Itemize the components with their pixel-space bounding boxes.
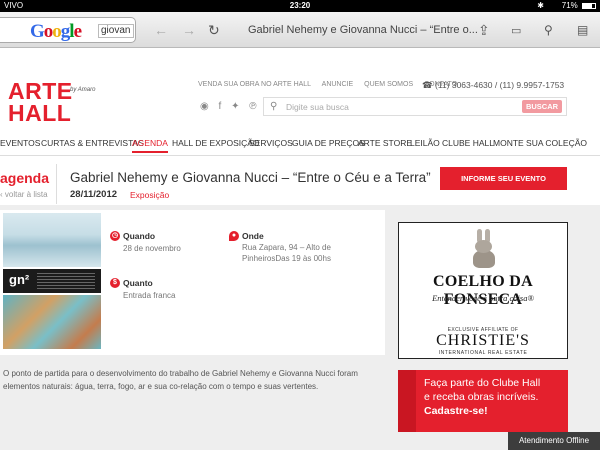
status-bar: VIVO 23:20 ✱ 71% bbox=[0, 0, 600, 12]
back-to-list-link[interactable]: ‹ voltar à lista bbox=[0, 190, 48, 199]
reader-icon[interactable]: ⚲ bbox=[544, 22, 553, 38]
reload-icon[interactable]: ↻ bbox=[208, 22, 220, 38]
banner-line-1: Faça parte do Clube Hall bbox=[424, 377, 541, 389]
event-category-link[interactable]: Exposição bbox=[130, 190, 169, 200]
ad-christies: CHRISTIE'S bbox=[436, 332, 530, 349]
battery-fill bbox=[583, 3, 592, 8]
phone-contact: ☎ (11) 3063-4630 / (11) 9.9957-1753 bbox=[422, 80, 564, 91]
where-value: Rua Zapara, 94 – Alto de PinheirosDas 19… bbox=[242, 243, 331, 263]
nav-curtas[interactable]: CURTAS & ENTREVISTAS bbox=[41, 138, 144, 148]
event-image-2[interactable]: gn² bbox=[3, 269, 101, 293]
banner-line-3: Cadastre-se! bbox=[424, 405, 488, 417]
site-search-input[interactable]: Digite sua busca bbox=[286, 102, 349, 112]
event-date: 28/11/2012 bbox=[70, 189, 118, 200]
banner-accent bbox=[398, 370, 416, 432]
clock-icon: ◷ bbox=[110, 231, 120, 241]
nav-hall-exposicao[interactable]: HALL DE EXPOSIÇÃO bbox=[172, 138, 260, 148]
location-pin-icon: ● bbox=[229, 231, 239, 241]
battery-status: 71% bbox=[562, 1, 596, 10]
event-image-1[interactable] bbox=[3, 213, 101, 267]
price-label: Quanto bbox=[123, 278, 153, 288]
browser-toolbar: Google giovan ← → ↻ Gabriel Nehemy e Gio… bbox=[0, 12, 600, 48]
chat-offline-button[interactable]: Atendimento Offline bbox=[508, 432, 600, 450]
logo-line-2: HALL bbox=[8, 100, 72, 126]
rss-icon[interactable]: ◉ bbox=[200, 101, 209, 112]
page-title: Gabriel Nehemy e Giovanna Nucci – “Entre… bbox=[70, 170, 431, 185]
share-icon[interactable]: ⇪ bbox=[478, 22, 490, 38]
bluetooth-icon: ✱ bbox=[537, 1, 544, 10]
battery-percent: 71% bbox=[561, 1, 578, 10]
twitter-icon[interactable]: ✦ bbox=[231, 101, 239, 112]
when-label: Quando bbox=[123, 231, 156, 241]
price-value: Entrada franca bbox=[123, 291, 176, 300]
nav-guia-precos[interactable]: GUIA DE PREÇOS bbox=[292, 138, 365, 148]
where-label: Onde bbox=[242, 231, 264, 241]
event-description: O ponto de partida para o desenvolviment… bbox=[3, 369, 358, 391]
nav-leilao[interactable]: LEILÃO bbox=[410, 138, 440, 148]
topnav-sell[interactable]: VENDA SUA OBRA NO ARTE HALL bbox=[198, 81, 311, 88]
pinterest-icon[interactable]: ℗ bbox=[249, 101, 256, 112]
browser-page-title: Gabriel Nehemy e Giovanna Nucci – “Entre… bbox=[248, 24, 478, 36]
nav-agenda[interactable]: AGENDA bbox=[132, 138, 168, 153]
logo-line-1: ARTE bbox=[8, 78, 73, 104]
search-icon: ⚲ bbox=[270, 101, 278, 112]
image-caption-lines bbox=[37, 273, 95, 289]
topnav-advertise[interactable]: ANUNCIE bbox=[322, 81, 354, 88]
nav-arte-store[interactable]: ARTE STORE bbox=[358, 138, 412, 148]
ad-brand: COELHO DA FONSECA bbox=[432, 273, 534, 308]
section-title: agenda bbox=[0, 170, 50, 186]
coelho-fonseca-ad[interactable]: COELHO DA FONSECA Entender você é outra … bbox=[398, 222, 568, 359]
back-label: voltar à lista bbox=[4, 190, 48, 199]
tabs-icon[interactable]: ▭ bbox=[511, 23, 521, 39]
topnav-about[interactable]: QUEM SOMOS bbox=[364, 81, 413, 88]
divider bbox=[56, 164, 57, 204]
browser-search-box[interactable]: Google giovan bbox=[0, 17, 136, 43]
main-navigation: EVENTOS CURTAS & ENTREVISTAS AGENDA HALL… bbox=[0, 136, 600, 156]
phone-icon: ☎ bbox=[422, 80, 433, 90]
back-arrow-icon[interactable]: ← bbox=[154, 22, 168, 38]
banner-line-2: e receba obras incríveis. bbox=[424, 391, 539, 403]
event-image-3[interactable] bbox=[3, 295, 101, 349]
google-logo: Google bbox=[30, 21, 82, 42]
phone-number: (11) 3063-4630 / (11) 9.9957-1753 bbox=[435, 80, 565, 90]
nav-servicos[interactable]: SERVIÇOS bbox=[249, 138, 293, 148]
inform-event-button[interactable]: INFORME SEU EVENTO bbox=[440, 167, 567, 190]
clock: 23:20 bbox=[289, 1, 311, 10]
nav-monte-colecao[interactable]: MONTE SUA COLEÇÃO bbox=[493, 138, 587, 148]
when-value: 28 de novembro bbox=[123, 244, 181, 253]
nav-eventos[interactable]: EVENTOS bbox=[0, 138, 40, 148]
facebook-icon[interactable]: f bbox=[219, 101, 222, 112]
logo-byline: by Amaro bbox=[70, 87, 96, 93]
site-search-bar: ⚲ Digite sua busca BUSCAR bbox=[263, 97, 567, 116]
battery-icon bbox=[582, 2, 596, 9]
forward-arrow-icon[interactable]: → bbox=[182, 22, 196, 38]
nav-clube-hall[interactable]: CLUBE HALL bbox=[442, 138, 494, 148]
clube-hall-banner[interactable]: Faça parte do Clube Hall e receba obras … bbox=[398, 370, 568, 432]
search-button[interactable]: BUSCAR bbox=[522, 100, 562, 113]
browser-search-input[interactable]: giovan bbox=[98, 24, 134, 38]
dollar-icon: $ bbox=[110, 278, 120, 288]
arte-hall-logo[interactable]: ARTE HALL bbox=[8, 78, 73, 126]
bookmarks-icon[interactable]: ▤ bbox=[577, 22, 588, 38]
ad-tagline: Entender você é outra coisa® bbox=[432, 293, 534, 303]
gn-logo-text: gn² bbox=[9, 272, 30, 287]
ad-intl: INTERNATIONAL REAL ESTATE bbox=[438, 350, 528, 356]
rabbit-logo-icon bbox=[471, 229, 497, 269]
social-links: ◉ f ✦ ℗ bbox=[200, 101, 264, 112]
